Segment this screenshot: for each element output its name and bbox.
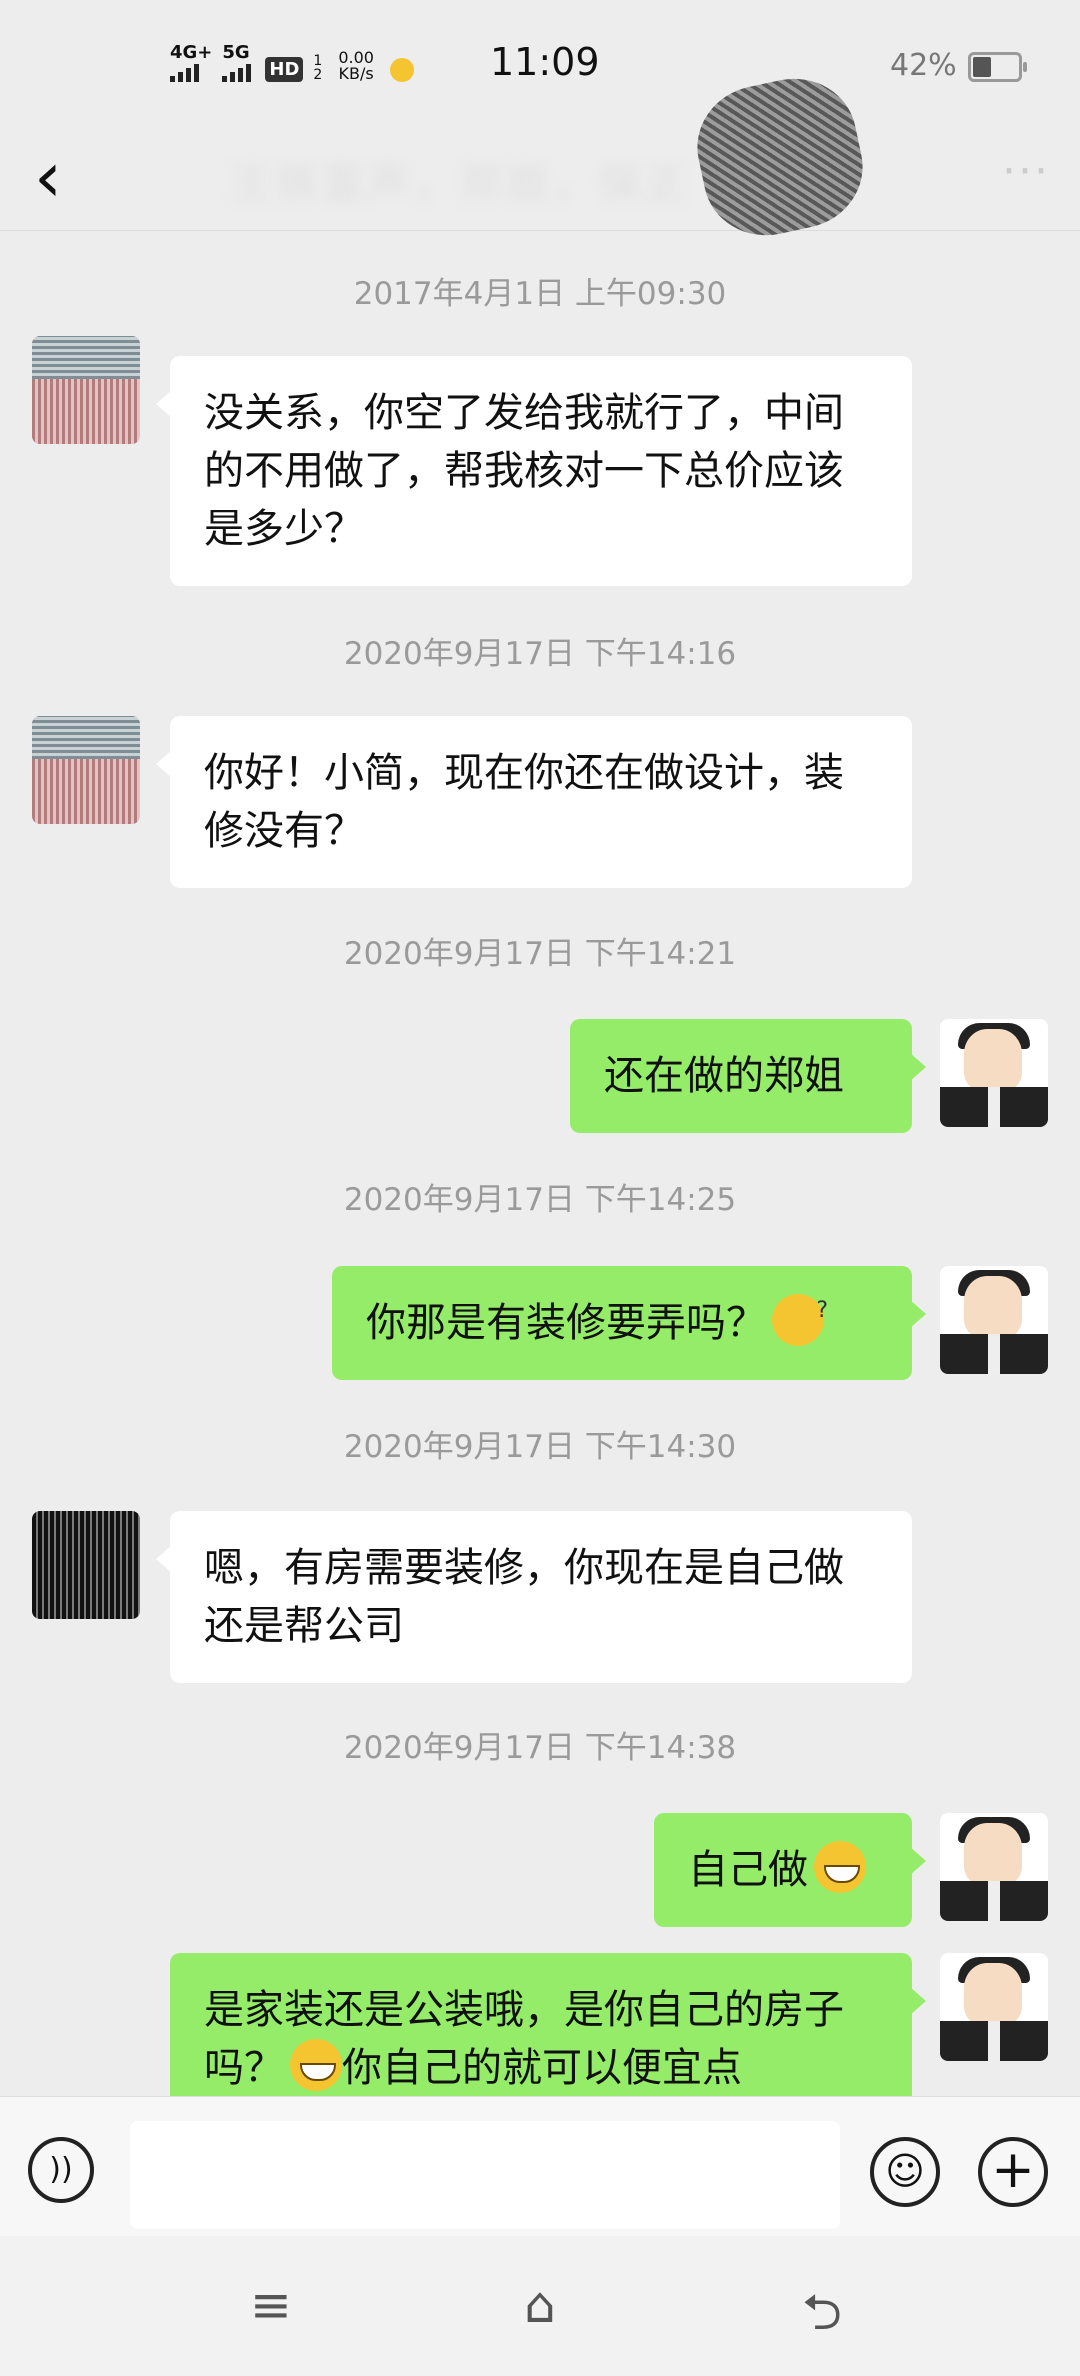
input-bar: )) ☺ + [0, 2096, 1080, 2237]
message-bubble-right[interactable]: 还在做的郑姐 [570, 1019, 926, 1133]
timestamp: 2020年9月17日 下午14:38 [343, 1730, 737, 1766]
network-label-4g: 4G+ [170, 42, 213, 63]
ellipsis-icon[interactable]: ··· [1002, 146, 1050, 197]
message-text: 你那是有装修要弄吗？ [366, 1300, 766, 1346]
network-indicators: 4G+ 5G HD 1 2 0.00 KB/s [170, 44, 414, 82]
user-avatar[interactable] [940, 1266, 1048, 1374]
battery-icon [968, 52, 1027, 82]
message-text: 自己做 [688, 1847, 808, 1893]
back-icon[interactable]: ⮌ [777, 2276, 867, 2341]
hd-numbers: 1 2 [313, 54, 322, 82]
hd-badge: HD [265, 57, 304, 82]
signal-bars-icon [170, 62, 199, 82]
chat-header: ‹ 王佩富声，郑姐，保正 ··· [0, 67, 1080, 247]
message-bubble-right[interactable]: 是家装还是公装哦，是你自己的房子吗？ 你自己的就可以便宜点 [170, 1953, 926, 2096]
message-text: 你自己的就可以便宜点 [342, 2045, 742, 2091]
contact-avatar[interactable] [32, 716, 140, 824]
speed-unit: KB/s [338, 64, 374, 83]
signal-bars-icon [222, 62, 252, 82]
status-bar: 4G+ 5G HD 1 2 0.00 KB/s 11:09 42% [0, 0, 1080, 130]
contact-avatar[interactable] [32, 336, 140, 444]
message-bubble-right[interactable]: 你那是有装修要弄吗？ [332, 1266, 926, 1380]
voice-icon[interactable]: )) [28, 2137, 94, 2203]
signal-4g: 4G+ [170, 44, 212, 82]
network-label-5g: 5G [222, 42, 250, 63]
smile-icon[interactable]: ☺ [870, 2137, 940, 2207]
message-input[interactable] [130, 2121, 840, 2229]
message-bubble-left[interactable]: 没关系，你空了发给我就行了，中间的不用做了，帮我核对一下总价应该是多少？ [156, 356, 912, 586]
battery-percent: 42% [890, 48, 957, 83]
thinking-face-icon [772, 1282, 828, 1346]
grinning-face-icon [290, 2039, 342, 2091]
user-avatar[interactable] [940, 1019, 1048, 1127]
chat-title: 王佩富声，郑姐，保正 [230, 159, 691, 208]
timestamp: 2020年9月17日 下午14:25 [343, 1182, 737, 1218]
user-avatar[interactable] [940, 1813, 1048, 1921]
menu-icon[interactable]: ≡ [226, 2276, 316, 2336]
message-bubble-right[interactable]: 自己做 [654, 1813, 926, 1927]
hd-number-top: 1 [313, 53, 323, 69]
message-bubble-left[interactable]: 你好！小简，现在你还在做设计，装修没有？ [156, 716, 912, 888]
home-icon[interactable]: ⌂ [495, 2276, 585, 2336]
timestamp: 2020年9月17日 下午14:30 [343, 1429, 737, 1465]
plus-icon[interactable]: + [978, 2137, 1048, 2207]
clock: 11:09 [490, 40, 600, 84]
contact-avatar[interactable] [32, 1511, 140, 1619]
network-speed: 0.00 KB/s [338, 50, 374, 82]
system-nav-bar: ≡ ⌂ ⮌ [0, 2236, 1080, 2376]
timestamp: 2020年9月17日 下午14:21 [343, 936, 737, 972]
message-list[interactable]: 2017年4月1日 上午09:30 没关系，你空了发给我就行了，中间的不用做了，… [0, 231, 1080, 2096]
bee-icon [389, 58, 414, 82]
timestamp: 2017年4月1日 上午09:30 [353, 276, 727, 312]
user-avatar[interactable] [940, 1953, 1048, 2061]
hd-number-bottom: 2 [313, 67, 323, 83]
grinning-face-icon [814, 1841, 866, 1893]
signal-5g: 5G [222, 42, 252, 82]
chevron-left-icon[interactable]: ‹ [34, 142, 94, 222]
timestamp: 2020年9月17日 下午14:16 [343, 636, 737, 672]
message-bubble-left[interactable]: 嗯，有房需要装修，你现在是自己做还是帮公司 [156, 1511, 912, 1683]
